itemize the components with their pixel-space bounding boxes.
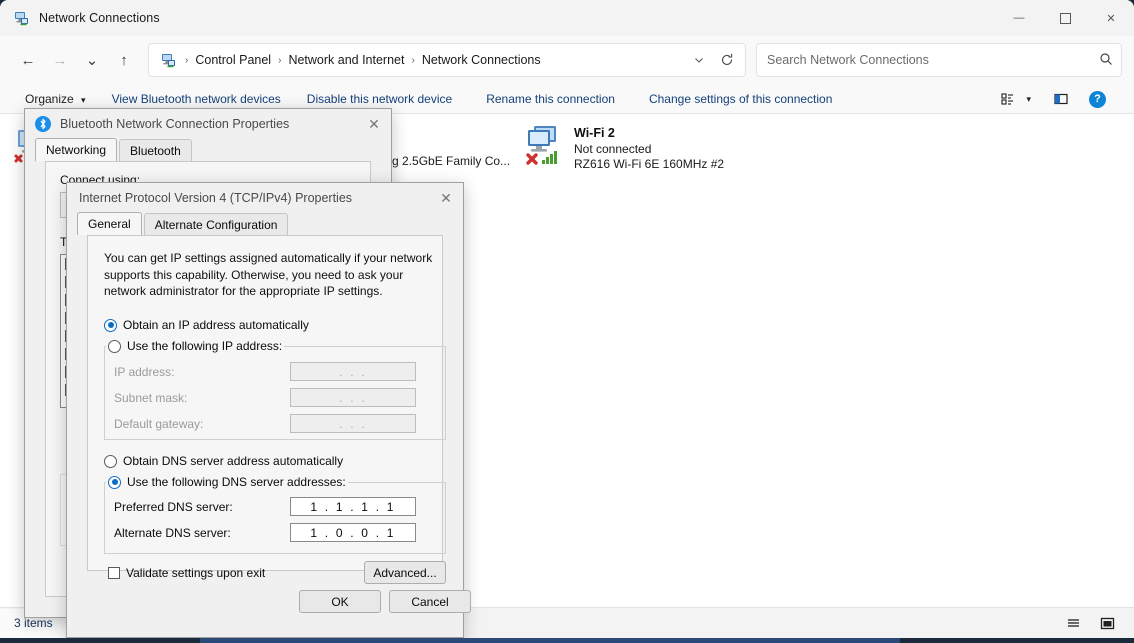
preferred-dns-label: Preferred DNS server: [114,500,233,514]
manual-dns-groupbox [104,482,446,554]
maximize-button[interactable] [1042,0,1088,36]
network-connections-icon [14,10,30,26]
obtain-dns-automatically-label: Obtain DNS server address automatically [123,454,344,468]
radio-indicator [108,339,121,353]
search-icon [1099,52,1113,69]
back-button[interactable]: ← [12,44,44,76]
preferred-dns-input[interactable]: 1 . 1 . 1 . 1 [290,497,416,516]
minimize-button[interactable]: — [996,0,1042,36]
use-following-dns-radio[interactable]: Use the following DNS server addresses: [106,475,348,489]
command-view-bluetooth-devices[interactable]: View Bluetooth network devices [105,88,288,110]
command-disable-device[interactable]: Disable this network device [300,88,459,110]
obtain-ip-automatically-radio[interactable]: Obtain an IP address automatically [104,318,309,332]
connection-name: Wi-Fi 2 [574,126,615,140]
breadcrumb-network-and-internet[interactable]: Network and Internet [283,50,409,70]
connection-status: Not connected [574,141,652,156]
ipv4-dialog-titlebar: Internet Protocol Version 4 (TCP/IPv4) P… [67,183,463,213]
tiles-view-icon[interactable] [1094,612,1120,634]
organize-menu[interactable]: Organize ▾ [18,88,93,110]
validate-settings-checkbox[interactable]: Validate settings upon exit [108,566,265,580]
bluetooth-dialog-close-button[interactable]: ✕ [357,110,391,138]
address-bar[interactable]: › Control Panel › Network and Internet ›… [148,43,746,77]
close-button[interactable]: ✕ [1088,0,1134,36]
connection-device: RZ616 Wi-Fi 6E 160MHz #2 [574,157,725,171]
layout-options-icon[interactable] [996,87,1020,111]
ipv4-dialog-close-button[interactable]: ✕ [429,184,463,212]
bluetooth-dialog-titlebar: Bluetooth Network Connection Properties … [25,109,391,139]
breadcrumb-control-panel[interactable]: Control Panel [190,50,276,70]
subnet-mask-input[interactable]: . . . [290,388,416,407]
radio-indicator [104,454,117,468]
chevron-down-icon[interactable] [685,47,713,73]
signal-bars-icon [542,151,557,164]
subnet-mask-label: Subnet mask: [114,391,188,405]
default-gateway-label: Default gateway: [114,417,204,431]
ipv4-description: You can get IP settings assigned automat… [104,251,433,298]
search-input[interactable] [765,52,1099,68]
search-box[interactable] [756,43,1122,77]
recent-locations-button[interactable]: ⌄ [76,44,108,76]
breadcrumb-separator: › [411,54,415,66]
organize-label: Organize [25,92,74,106]
window-controls: — ✕ [996,0,1134,36]
layout-caret-icon[interactable]: ▾ [1022,87,1035,111]
window-title: Network Connections [39,11,160,25]
alternate-dns-input[interactable]: 1 . 0 . 0 . 1 [290,523,416,542]
up-button[interactable]: ↑ [108,44,140,76]
breadcrumb-network-connections[interactable]: Network Connections [417,50,546,70]
cancel-button[interactable]: Cancel [389,590,471,613]
ipv4-dialog-body: General Alternate Configuration You can … [67,212,471,637]
organize-caret-icon: ▾ [81,95,86,105]
help-icon[interactable]: ? [1085,87,1110,111]
title-bar: Network Connections — ✕ [0,0,1134,36]
ipv4-dialog-tabs: General Alternate Configuration [67,212,463,235]
ethernet-device-name: ning 2.5GbE Family Co... [376,154,511,168]
obtain-ip-automatically-label: Obtain an IP address automatically [123,318,309,332]
preview-pane-icon[interactable] [1049,87,1073,111]
ip-address-input[interactable]: . . . [290,362,416,381]
breadcrumb-separator: › [278,54,282,66]
advanced-button[interactable]: Advanced... [364,561,446,584]
tab-alternate-configuration[interactable]: Alternate Configuration [143,213,289,235]
list-item[interactable]: Wi-Fi 2 Not connected RZ616 Wi-Fi 6E 160… [520,124,724,173]
tab-bluetooth[interactable]: Bluetooth [119,139,192,161]
tab-general[interactable]: General [77,212,142,235]
checkbox-indicator [108,567,120,579]
ipv4-properties-dialog: Internet Protocol Version 4 (TCP/IPv4) P… [66,182,471,638]
details-view-icon[interactable] [1060,612,1086,634]
alternate-dns-label: Alternate DNS server: [114,526,231,540]
general-tab-panel: You can get IP settings assigned automat… [87,235,446,584]
use-following-ip-label: Use the following IP address: [127,339,283,353]
network-adapter-icon [520,124,566,166]
breadcrumb-separator: › [185,54,189,66]
bluetooth-icon [35,116,51,132]
ipv4-dialog-title: Internet Protocol Version 4 (TCP/IPv4) P… [79,191,353,205]
radio-indicator [108,475,121,489]
forward-button[interactable]: → [44,44,76,76]
tab-networking[interactable]: Networking [35,138,118,161]
default-gateway-input[interactable]: . . . [290,414,416,433]
use-following-dns-label: Use the following DNS server addresses: [127,475,346,489]
command-rename-connection[interactable]: Rename this connection [479,88,622,110]
use-following-ip-radio[interactable]: Use the following IP address: [106,339,285,353]
command-change-settings[interactable]: Change settings of this connection [642,88,839,110]
ok-button[interactable]: OK [299,590,381,613]
obtain-dns-automatically-radio[interactable]: Obtain DNS server address automatically [104,454,343,468]
address-network-icon [161,52,177,68]
validate-settings-label: Validate settings upon exit [126,566,266,580]
radio-indicator [104,318,117,332]
ip-address-label: IP address: [114,365,175,379]
bluetooth-dialog-title: Bluetooth Network Connection Properties [60,117,290,131]
help-glyph: ? [1089,90,1106,108]
bluetooth-dialog-tabs: Networking Bluetooth [25,138,391,161]
taskbar-active-window [200,638,900,643]
address-toolbar: ← → ⌄ ↑ › Control Panel › Network and In… [0,36,1134,84]
refresh-icon[interactable] [713,47,741,73]
taskbar [0,638,1134,643]
